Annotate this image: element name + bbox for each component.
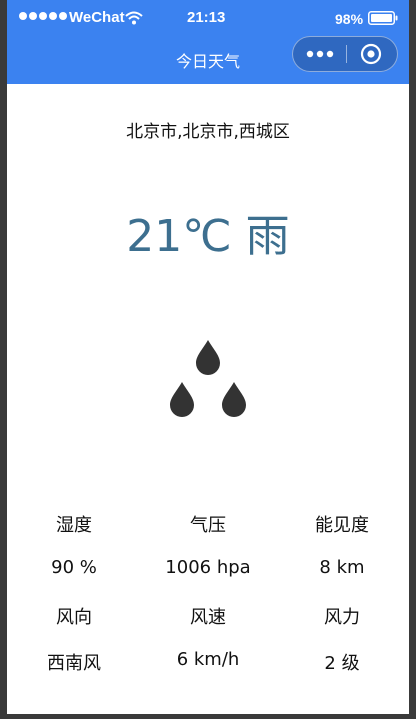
- temperature-condition: 21℃ 雨: [126, 211, 290, 262]
- location-label: 北京市,北京市,西城区: [126, 122, 290, 142]
- mini-program-capsule: [292, 36, 398, 72]
- wind-direction-value: 西南风: [47, 653, 101, 674]
- wind-force-label: 风力: [324, 607, 360, 628]
- signal-strength-icon: [19, 12, 67, 20]
- wifi-icon: [125, 11, 143, 25]
- carrier-name: WeChat: [69, 9, 125, 26]
- battery-icon: [368, 11, 398, 25]
- pressure-value: 1006 hpa: [165, 557, 251, 578]
- status-time: 21:13: [187, 9, 226, 26]
- visibility-label: 能见度: [315, 515, 369, 536]
- status-bar: WeChat 21:13 98%: [7, 0, 409, 36]
- wind-speed-label: 风速: [190, 607, 226, 628]
- capsule-divider: [346, 45, 347, 63]
- phone-screen: WeChat 21:13 98% 今日天气 北京市,北京市,西城区 21℃ 雨 …: [7, 0, 409, 714]
- humidity-value: 90 %: [51, 557, 97, 578]
- more-icon[interactable]: [305, 45, 335, 63]
- wind-force-value: 2 级: [324, 653, 360, 674]
- top-bar: WeChat 21:13 98% 今日天气: [7, 0, 409, 84]
- rain-drops-icon: [170, 340, 246, 417]
- battery-percentage: 98%: [335, 11, 364, 27]
- wind-direction-label: 风向: [56, 607, 92, 628]
- wind-speed-value: 6 km/h: [176, 649, 240, 670]
- close-icon[interactable]: [360, 43, 382, 65]
- humidity-label: 湿度: [56, 515, 92, 536]
- pressure-label: 气压: [190, 515, 226, 536]
- visibility-value: 8 km: [319, 557, 365, 578]
